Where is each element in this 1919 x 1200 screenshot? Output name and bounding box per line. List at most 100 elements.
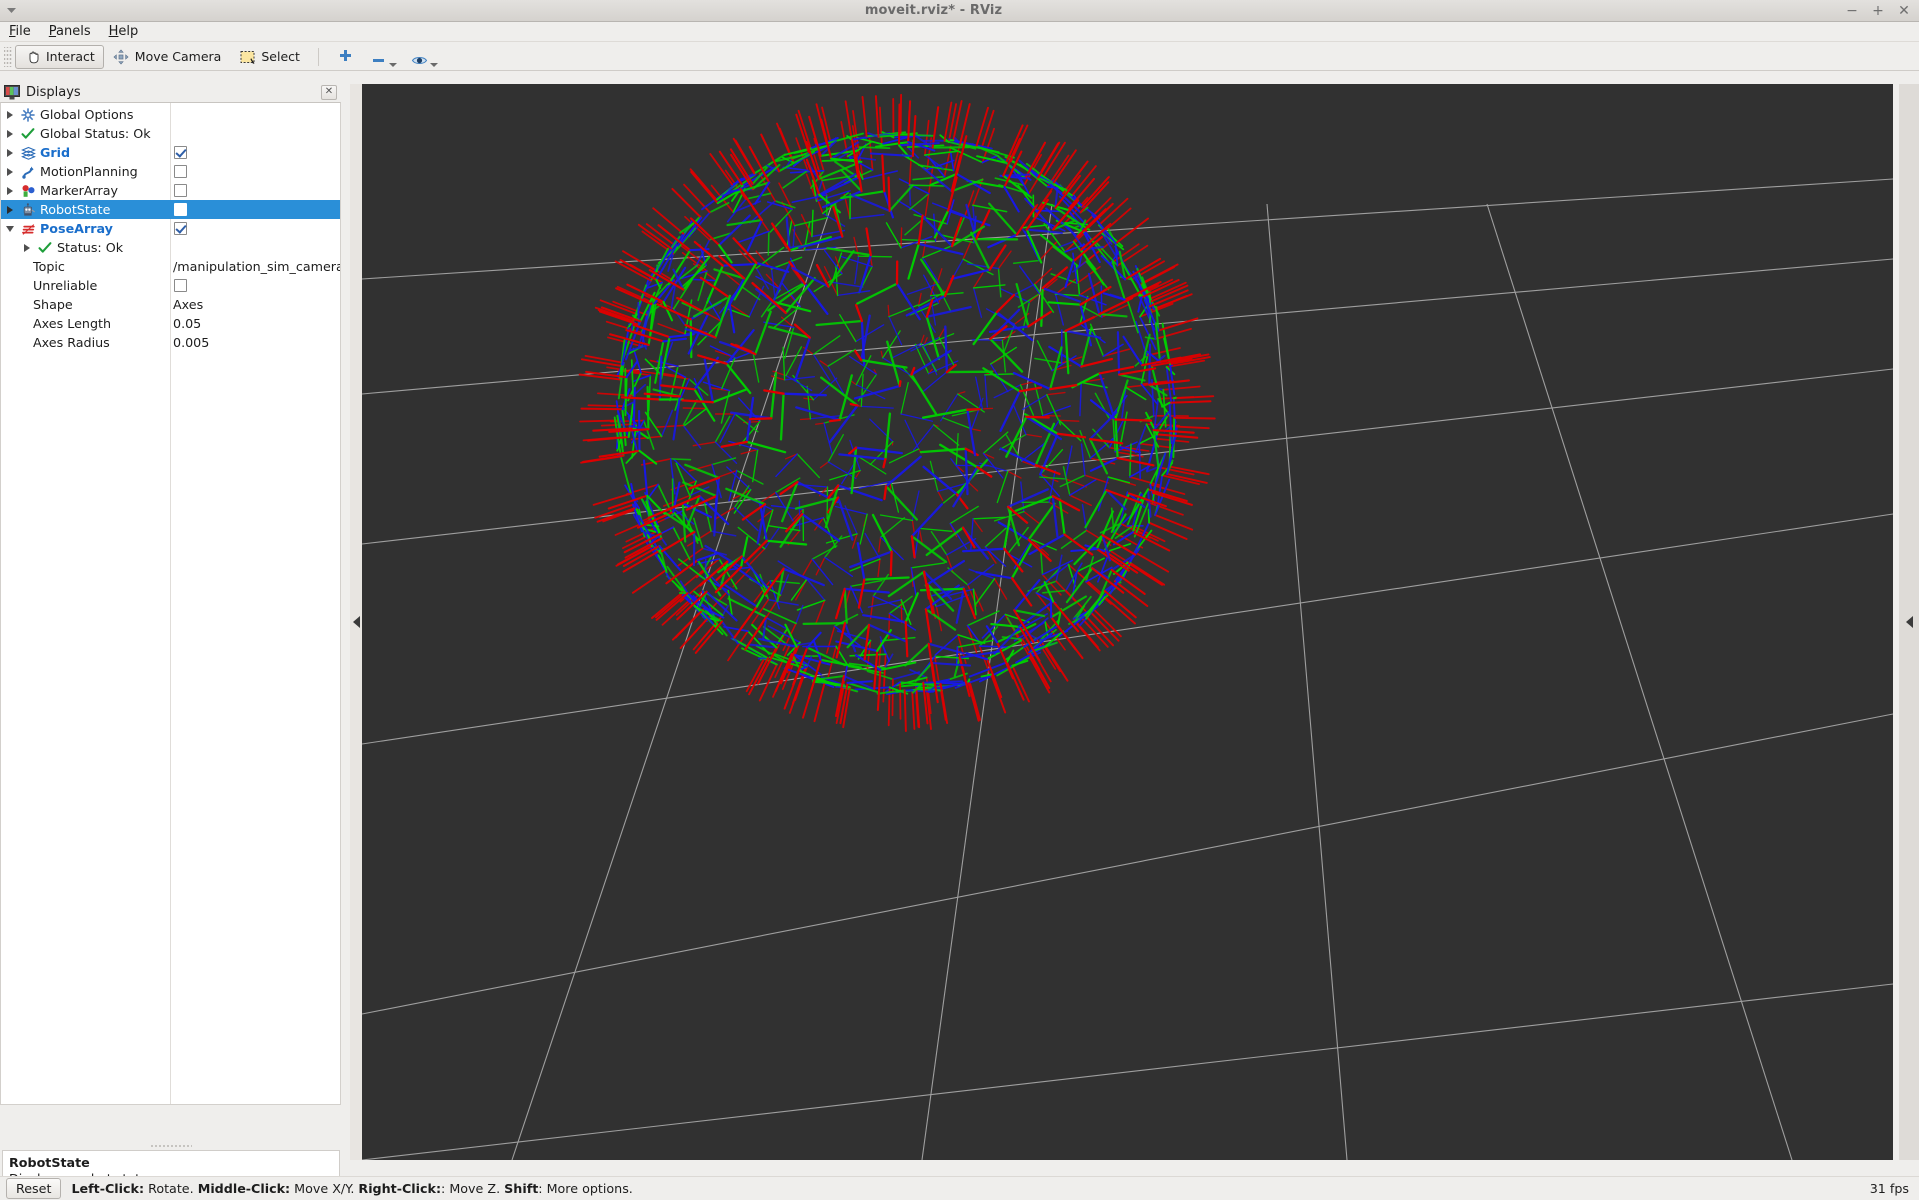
viewport-background bbox=[362, 84, 1893, 1160]
fps-indicator: 31 fps bbox=[1869, 1181, 1909, 1196]
plus-icon bbox=[337, 48, 354, 65]
interact-tool-label: Interact bbox=[46, 49, 95, 64]
move-camera-icon bbox=[113, 48, 130, 65]
mouse-hint-text: Left-Click: Rotate. Middle-Click: Move X… bbox=[71, 1181, 632, 1196]
robotstate-enabled-checkbox[interactable] bbox=[174, 203, 187, 216]
grid-enabled-checkbox[interactable] bbox=[174, 146, 187, 159]
title-bar: moveit.rviz* - RViz − + ✕ bbox=[0, 0, 1919, 22]
displays-panel-header: Displays ✕ bbox=[0, 82, 341, 102]
remove-tool-dropdown[interactable] bbox=[363, 45, 404, 69]
displays-panel-title: Displays bbox=[26, 84, 81, 100]
property-label: Unreliable bbox=[33, 278, 98, 293]
property-row-unreliable[interactable]: Unreliable bbox=[1, 276, 340, 295]
tree-item-motionplanning[interactable]: MotionPlanning bbox=[1, 162, 340, 181]
menu-panels[interactable]: Panels bbox=[40, 23, 100, 40]
close-icon[interactable]: ✕ bbox=[321, 84, 337, 100]
tree-item-global-options[interactable]: Global Options bbox=[1, 105, 340, 124]
left-panel-collapse-handle[interactable] bbox=[350, 84, 362, 1160]
motionplanning-icon bbox=[18, 162, 38, 181]
property-label: Shape bbox=[33, 297, 73, 312]
grid-icon bbox=[18, 143, 38, 162]
expand-arrow-icon[interactable] bbox=[1, 200, 18, 219]
expand-arrow-icon[interactable] bbox=[1, 143, 18, 162]
tree-item-label: Status: Ok bbox=[57, 240, 124, 255]
tree-item-posearray-status[interactable]: Status: Ok bbox=[1, 238, 340, 257]
gear-icon bbox=[18, 105, 38, 124]
robot-icon bbox=[18, 200, 38, 219]
hint-action-shift: : More options. bbox=[538, 1181, 633, 1196]
tree-item-label: MarkerArray bbox=[40, 183, 119, 198]
property-row-axes-length[interactable]: Axes Length 0.05 bbox=[1, 314, 340, 333]
displays-tree[interactable]: Global Options Global Status: Ok Grid Mo… bbox=[0, 102, 341, 1105]
property-label: Axes Length bbox=[33, 316, 112, 331]
add-tool-button[interactable] bbox=[328, 45, 363, 69]
check-icon bbox=[35, 238, 55, 257]
motionplanning-enabled-checkbox[interactable] bbox=[174, 165, 187, 178]
status-bar: Reset Left-Click: Rotate. Middle-Click: … bbox=[0, 1176, 1919, 1200]
expand-arrow-icon[interactable] bbox=[1, 105, 18, 124]
axes-radius-value[interactable]: 0.005 bbox=[173, 335, 209, 350]
focus-tool-dropdown[interactable] bbox=[404, 45, 445, 69]
tree-item-label: PoseArray bbox=[40, 221, 113, 236]
property-label: Topic bbox=[33, 259, 65, 274]
hint-action-middle: Move X/Y. bbox=[290, 1181, 355, 1196]
display-description-title: RobotState bbox=[9, 1155, 90, 1170]
toolbar-grip[interactable] bbox=[4, 46, 12, 67]
minus-icon bbox=[370, 52, 387, 69]
move-camera-tool-button[interactable]: Move Camera bbox=[104, 45, 231, 69]
property-label: Axes Radius bbox=[33, 335, 110, 350]
minimize-button[interactable]: − bbox=[1845, 4, 1859, 18]
tree-item-grid[interactable]: Grid bbox=[1, 143, 340, 162]
tree-item-global-status[interactable]: Global Status: Ok bbox=[1, 124, 340, 143]
render-viewport-3d[interactable] bbox=[362, 84, 1893, 1160]
window-title: moveit.rviz* - RViz bbox=[864, 3, 1003, 18]
unreliable-checkbox[interactable] bbox=[174, 279, 187, 292]
select-tool-label: Select bbox=[261, 49, 300, 64]
hint-action-right: : Move Z. bbox=[441, 1181, 501, 1196]
tree-item-markerarray[interactable]: MarkerArray bbox=[1, 181, 340, 200]
topic-value[interactable]: /manipulation_sim_camera… bbox=[173, 259, 340, 274]
window-menu-icon[interactable] bbox=[0, 0, 22, 22]
window-controls: − + ✕ bbox=[1845, 4, 1919, 18]
property-row-topic[interactable]: Topic /manipulation_sim_camera… bbox=[1, 257, 340, 276]
markerarray-enabled-checkbox[interactable] bbox=[174, 184, 187, 197]
chevron-down-icon bbox=[388, 62, 397, 67]
posearray-icon bbox=[18, 219, 38, 238]
move-camera-tool-label: Move Camera bbox=[134, 49, 222, 64]
hand-cursor-icon bbox=[24, 48, 41, 65]
tree-item-posearray[interactable]: PoseArray bbox=[1, 219, 340, 238]
posearray-enabled-checkbox[interactable] bbox=[174, 222, 187, 235]
hint-key-right: Right-Click: bbox=[358, 1181, 442, 1196]
expand-arrow-icon[interactable] bbox=[18, 238, 35, 257]
hint-key-shift: Shift bbox=[504, 1181, 539, 1196]
scene-canvas bbox=[362, 84, 1893, 1160]
hint-key-left: Left-Click: bbox=[71, 1181, 145, 1196]
close-button[interactable]: ✕ bbox=[1897, 4, 1911, 18]
expand-arrow-icon[interactable] bbox=[1, 124, 18, 143]
tree-item-label: RobotState bbox=[40, 202, 111, 217]
property-row-axes-radius[interactable]: Axes Radius 0.005 bbox=[1, 333, 340, 352]
tree-item-label: MotionPlanning bbox=[40, 164, 138, 179]
collapse-arrow-icon[interactable] bbox=[1, 219, 18, 238]
toolbar-separator bbox=[317, 47, 319, 66]
axes-length-value[interactable]: 0.05 bbox=[173, 316, 201, 331]
select-tool-button[interactable]: Select bbox=[230, 45, 309, 69]
expand-arrow-icon[interactable] bbox=[1, 162, 18, 181]
right-panel-collapse-handle[interactable] bbox=[1899, 84, 1919, 1160]
maximize-button[interactable]: + bbox=[1871, 4, 1885, 18]
hint-action-left: Rotate. bbox=[144, 1181, 194, 1196]
menu-help[interactable]: Help bbox=[100, 23, 148, 40]
displays-monitor-icon bbox=[4, 84, 20, 100]
expand-arrow-icon[interactable] bbox=[1, 181, 18, 200]
reset-button[interactable]: Reset bbox=[6, 1178, 62, 1199]
shape-value[interactable]: Axes bbox=[173, 297, 203, 312]
select-rectangle-icon bbox=[239, 48, 256, 65]
chevron-left-icon bbox=[352, 616, 360, 628]
chevron-down-icon bbox=[429, 62, 438, 67]
eye-icon bbox=[411, 52, 428, 69]
interact-tool-button[interactable]: Interact bbox=[15, 44, 104, 69]
menu-file[interactable]: File bbox=[0, 23, 40, 40]
panel-splitter-grip[interactable] bbox=[150, 1144, 192, 1149]
property-row-shape[interactable]: Shape Axes bbox=[1, 295, 340, 314]
tree-item-robotstate[interactable]: RobotState bbox=[1, 200, 340, 219]
